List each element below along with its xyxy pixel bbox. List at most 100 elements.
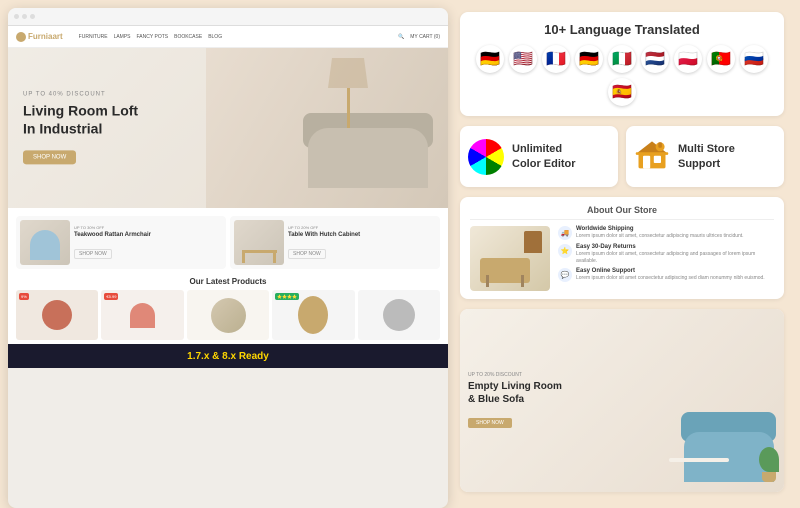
lamp-shape bbox=[328, 58, 368, 128]
latest-item-2: €5.99 bbox=[101, 290, 183, 340]
bottom-sofa-area bbox=[622, 309, 784, 492]
returns-text: Easy 30-Day Returns Lorem ipsum dolor si… bbox=[576, 244, 774, 264]
color-editor-line1: Unlimited bbox=[512, 143, 562, 155]
browser-dot-green bbox=[30, 14, 35, 19]
product-info-2: UP TO 20% OFF Table With Hutch Cabinet S… bbox=[288, 225, 436, 261]
main-container: Furniaart FURNITURE LAMPS FANCY POTS BOO… bbox=[0, 0, 800, 500]
returns-desc: Lorem ipsum dolor sit amet, consectetur … bbox=[576, 251, 774, 264]
color-editor-title: Unlimited Color Editor bbox=[512, 142, 576, 171]
table-shape bbox=[242, 250, 277, 253]
bottom-hero-content-area: UP TO 20% DISCOUNT Empty Living Room & B… bbox=[460, 309, 784, 492]
hero-content: UP TO 40% DISCOUNT Living Room Loft In I… bbox=[23, 91, 138, 164]
support-icon: 💬 bbox=[558, 268, 572, 282]
item-img-1 bbox=[42, 300, 72, 330]
logo-text: Furniaart bbox=[28, 32, 63, 41]
product-badge-2: UP TO 20% OFF bbox=[288, 225, 436, 230]
latest-item-1: 9% bbox=[16, 290, 98, 340]
hero-shop-button[interactable]: SHOP NOW bbox=[23, 151, 76, 165]
plant-leaves bbox=[759, 447, 779, 472]
latest-item-3 bbox=[187, 290, 269, 340]
bottom-discount-label: UP TO 20% DISCOUNT bbox=[468, 372, 562, 378]
language-section: 10+ Language Translated 🇩🇪 🇺🇸 🇫🇷 🇩🇪 🇮🇹 🇳… bbox=[460, 12, 784, 116]
hero-title-line1: Living Room Loft bbox=[23, 102, 138, 118]
browser-dot-yellow bbox=[22, 14, 27, 19]
hero-discount-label: UP TO 40% DISCOUNT bbox=[23, 91, 138, 97]
latest-item-4: ⭐⭐⭐⭐ bbox=[272, 290, 354, 340]
bottom-bar: 1.7.x & 8.x Ready bbox=[8, 344, 448, 368]
desk-leg-right bbox=[521, 275, 524, 287]
nav-link-furniture: FURNITURE bbox=[79, 34, 108, 40]
product-shop-1[interactable]: SHOP NOW bbox=[74, 249, 112, 259]
multistore-line2: Support bbox=[678, 158, 720, 170]
multistore-text: Multi Store Support bbox=[678, 142, 735, 171]
product-info-1: UP TO 30% OFF Teakwood Rattan Armchair S… bbox=[74, 225, 222, 261]
hero-title-line2: In Industrial bbox=[23, 121, 102, 137]
about-item-returns: ⭐ Easy 30-Day Returns Lorem ipsum dolor … bbox=[558, 244, 774, 264]
bottom-shop-button[interactable]: SHOP NOW bbox=[468, 418, 512, 428]
flag-de2: 🇩🇪 bbox=[575, 45, 603, 73]
latest-item-5 bbox=[358, 290, 440, 340]
flag-ru: 🇷🇺 bbox=[740, 45, 768, 73]
table-leg-left bbox=[242, 253, 245, 263]
mock-logo: Furniaart bbox=[16, 32, 63, 42]
nav-links: FURNITURE LAMPS FANCY POTS BOOKCASE BLOG bbox=[79, 34, 222, 40]
about-items: 🚚 Worldwide Shipping Lorem ipsum dolor s… bbox=[558, 226, 774, 291]
product-image-1 bbox=[20, 220, 70, 265]
product-image-2 bbox=[234, 220, 284, 265]
latest-products-section: Our Latest Products 9% €5.99 ⭐⭐⭐⭐ bbox=[8, 273, 448, 344]
logo-icon bbox=[16, 32, 26, 42]
bottom-bar-text: 1.7.x & 8.x Ready bbox=[187, 351, 269, 362]
product-shop-2[interactable]: SHOP NOW bbox=[288, 249, 326, 259]
multistore-title: Multi Store Support bbox=[678, 142, 735, 171]
plant-pot bbox=[762, 472, 776, 482]
store-svg bbox=[634, 136, 670, 172]
multistore-feature: Multi Store Support bbox=[626, 126, 784, 187]
product-card-2: UP TO 20% OFF Table With Hutch Cabinet S… bbox=[230, 216, 440, 269]
nav-link-pots: FANCY POTS bbox=[137, 34, 169, 40]
color-editor-line2: Color Editor bbox=[512, 158, 576, 170]
hero-title: Living Room Loft In Industrial bbox=[23, 101, 138, 137]
sofa-shape bbox=[308, 128, 428, 188]
hero-section: UP TO 40% DISCOUNT Living Room Loft In I… bbox=[8, 48, 448, 208]
support-text: Easy Online Support Lorem ipsum dolor si… bbox=[576, 268, 774, 282]
returns-icon: ⭐ bbox=[558, 244, 572, 258]
about-title: About Our Store bbox=[470, 205, 774, 220]
shipping-desc: Lorem ipsum dolor sit amet, consectetur … bbox=[576, 233, 774, 240]
flag-it: 🇮🇹 bbox=[608, 45, 636, 73]
item-badge-1: 9% bbox=[19, 293, 29, 300]
item-img-4 bbox=[298, 296, 328, 334]
flag-us: 🇺🇸 bbox=[509, 45, 537, 73]
right-panel: 10+ Language Translated 🇩🇪 🇺🇸 🇫🇷 🇩🇪 🇮🇹 🇳… bbox=[456, 0, 796, 500]
flag-pl: 🇵🇱 bbox=[674, 45, 702, 73]
product-name-1: Teakwood Rattan Armchair bbox=[74, 232, 222, 240]
products-row: UP TO 30% OFF Teakwood Rattan Armchair S… bbox=[8, 208, 448, 273]
item-img-3 bbox=[211, 298, 246, 333]
product-name-2: Table With Hutch Cabinet bbox=[288, 232, 436, 240]
desk-shape bbox=[480, 258, 530, 283]
color-editor-feature: Unlimited Color Editor bbox=[460, 126, 618, 187]
table-leg-right bbox=[273, 253, 276, 263]
about-item-shipping: 🚚 Worldwide Shipping Lorem ipsum dolor s… bbox=[558, 226, 774, 240]
plant-decoration bbox=[759, 447, 779, 482]
lamp-pole bbox=[347, 88, 350, 128]
shipping-text: Worldwide Shipping Lorem ipsum dolor sit… bbox=[576, 226, 774, 240]
multistore-line1: Multi Store bbox=[678, 143, 735, 155]
flag-nl: 🇳🇱 bbox=[641, 45, 669, 73]
language-title: 10+ Language Translated bbox=[472, 22, 772, 37]
item-img-5 bbox=[383, 299, 415, 331]
latest-products-title: Our Latest Products bbox=[16, 277, 440, 286]
side-table bbox=[669, 458, 729, 462]
hero-image bbox=[206, 48, 448, 208]
flag-pt: 🇵🇹 bbox=[707, 45, 735, 73]
nav-search-icon: 🔍 bbox=[398, 34, 404, 40]
support-desc: Lorem ipsum dolor sit amet consectetur a… bbox=[576, 275, 774, 282]
nav-link-lamps: LAMPS bbox=[114, 34, 131, 40]
nav-link-bookcase: BOOKCASE bbox=[174, 34, 202, 40]
shipping-icon: 🚚 bbox=[558, 226, 572, 240]
nav-link-blog: BLOG bbox=[208, 34, 222, 40]
bottom-title-line1: Empty Living Room bbox=[468, 381, 562, 392]
item-badge-2: €5.99 bbox=[104, 293, 118, 300]
latest-grid: 9% €5.99 ⭐⭐⭐⭐ bbox=[16, 290, 440, 340]
support-title: Easy Online Support bbox=[576, 268, 774, 274]
mock-navbar: Furniaart FURNITURE LAMPS FANCY POTS BOO… bbox=[8, 26, 448, 48]
